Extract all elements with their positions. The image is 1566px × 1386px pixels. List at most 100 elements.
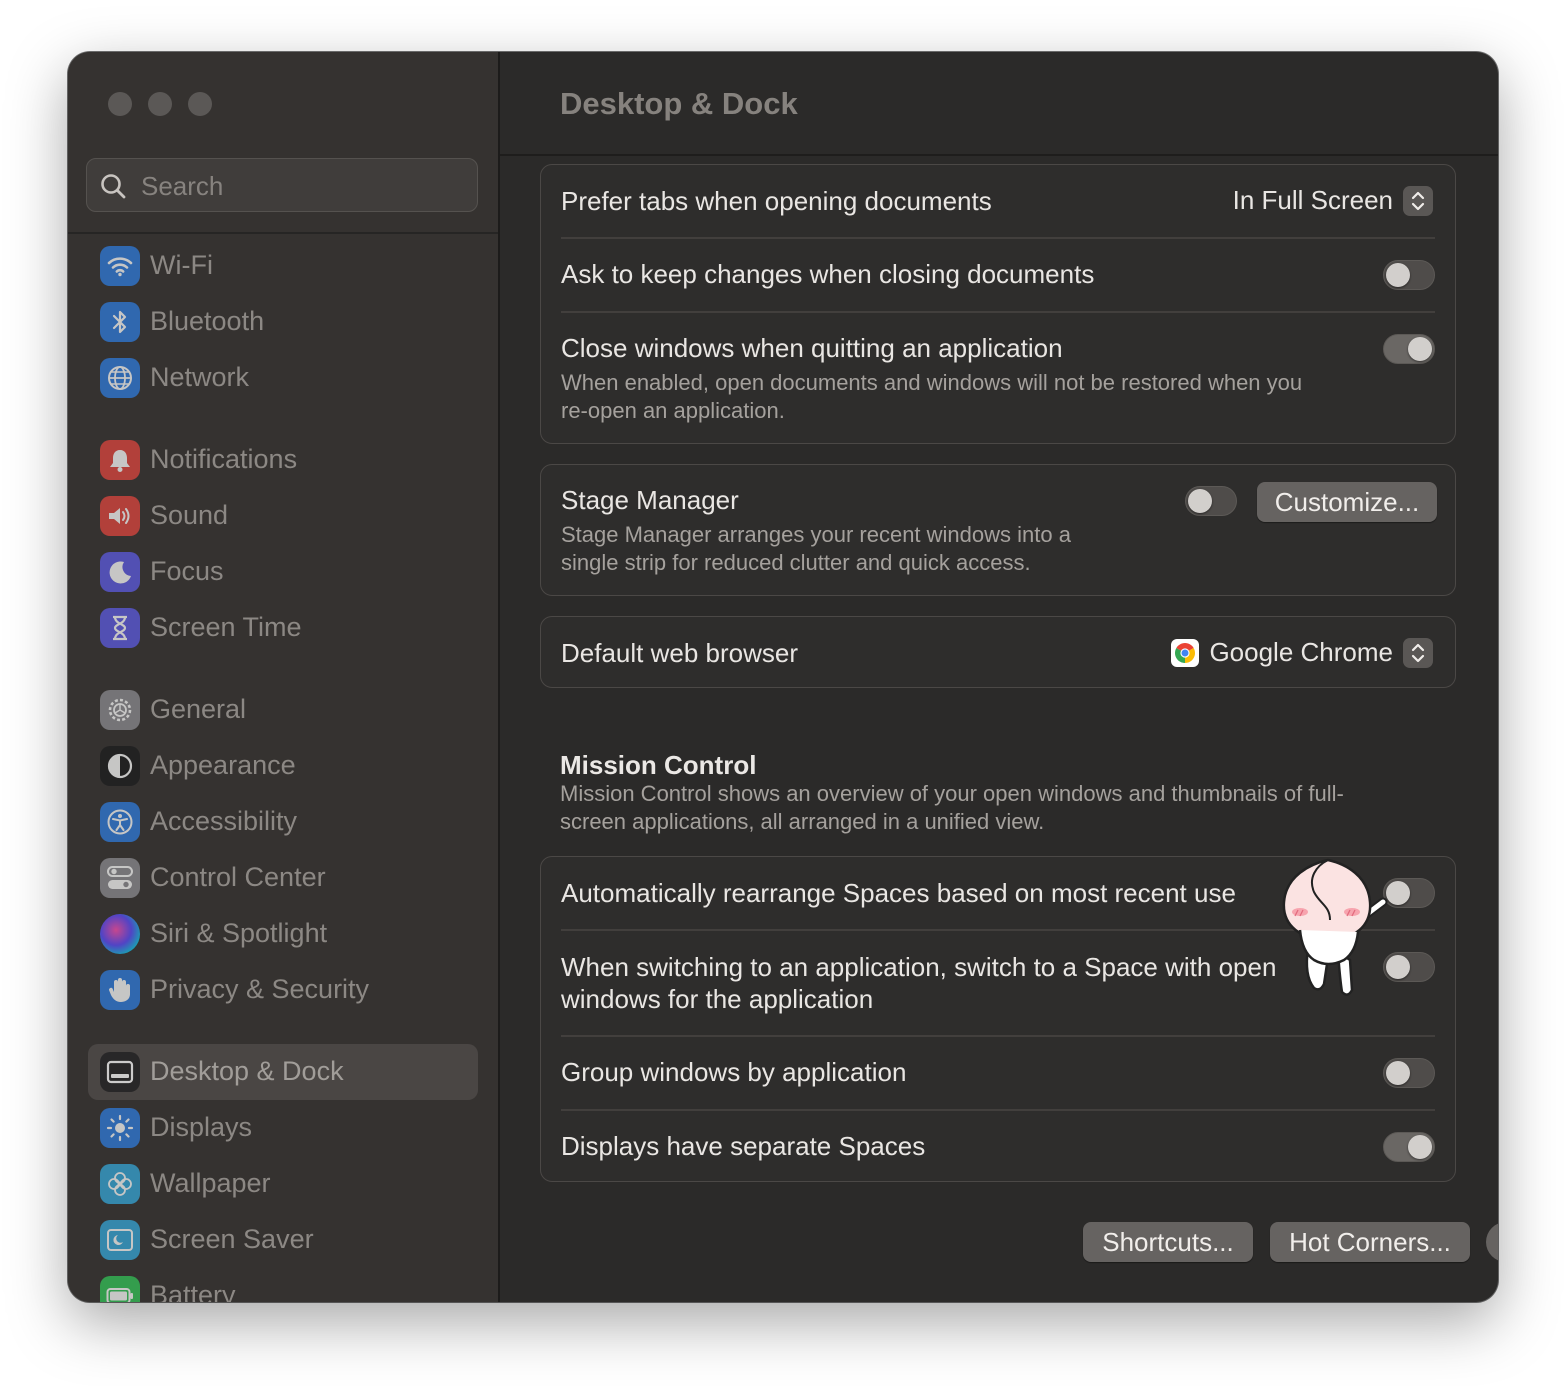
default-browser-label: Default web browser [561, 638, 798, 668]
default-browser-value: Google Chrome [1209, 637, 1393, 667]
switch-space-toggle[interactable] [1383, 952, 1435, 982]
toggle-knob [1408, 337, 1432, 361]
mission-control-description: Mission Control shows an overview of you… [560, 780, 1420, 836]
mission-control-heading: Mission Control [560, 750, 757, 780]
switch-space-label: When switching to an application, switch… [561, 951, 1276, 1015]
prefer-tabs-value: In Full Screen [1232, 185, 1393, 215]
sidebar-item-screen-saver[interactable]: Screen Saver [88, 1212, 478, 1268]
sidebar-divider [68, 232, 498, 234]
switch-space-label-line: When switching to an application, switch… [561, 952, 1277, 982]
screensaver-icon [100, 1220, 140, 1260]
sidebar-item-siri-spotlight[interactable]: Siri & Spotlight [88, 906, 478, 962]
stage-manager-toggle[interactable] [1185, 486, 1237, 516]
prefer-tabs-popup[interactable]: In Full Screen [1233, 185, 1433, 216]
ask-keep-changes-label: Ask to keep changes when closing documen… [561, 259, 1095, 289]
close-windows-toggle[interactable] [1383, 334, 1435, 364]
sidebar-item-label: Sound [150, 500, 229, 530]
sidebar-item-label: Screen Time [150, 612, 302, 642]
moon-icon [100, 552, 140, 592]
sidebar-item-label: Appearance [150, 750, 296, 780]
prefer-tabs-label: Prefer tabs when opening documents [561, 186, 992, 216]
main-pane: Desktop & Dock Prefer tabs when opening … [500, 52, 1498, 1302]
help-button[interactable]: ? [1486, 1222, 1498, 1262]
chevron-updown-icon [1403, 185, 1433, 216]
ask-keep-changes-toggle[interactable] [1383, 260, 1435, 290]
bell-icon [100, 440, 140, 480]
default-browser-card: Default web browser Google Chrome [540, 616, 1456, 688]
prefer-tabs-row: Prefer tabs when opening documents In Fu… [541, 165, 1455, 237]
separate-spaces-toggle[interactable] [1383, 1132, 1435, 1162]
flower-icon [100, 1164, 140, 1204]
sidebar-item-appearance[interactable]: Appearance [88, 738, 478, 794]
shortcuts-button[interactable]: Shortcuts... [1083, 1222, 1253, 1262]
peach-sticker-icon [1282, 858, 1388, 996]
sidebar-item-battery[interactable]: Battery [88, 1268, 478, 1302]
siri-icon [100, 914, 140, 954]
search-field[interactable] [86, 158, 478, 213]
sidebar-item-label: Privacy & Security [150, 974, 370, 1004]
sidebar-item-label: Screen Saver [150, 1224, 314, 1254]
sidebar-item-label: Battery [150, 1280, 236, 1302]
sidebar-item-sound[interactable]: Sound [88, 488, 478, 544]
accessibility-icon [100, 802, 140, 842]
sidebar-item-network[interactable]: Network [88, 350, 478, 406]
dock-icon [100, 1052, 140, 1092]
sidebar-item-general[interactable]: General [88, 682, 478, 738]
stage-manager-description: Stage Manager arranges your recent windo… [561, 521, 1071, 577]
bluetooth-icon [100, 302, 140, 342]
sidebar-item-label: General [150, 694, 247, 724]
group-windows-row: Group windows by application [541, 1037, 1455, 1109]
default-browser-popup[interactable]: Google Chrome [1171, 637, 1433, 668]
sidebar-item-label: Bluetooth [150, 306, 265, 336]
hand-icon [100, 970, 140, 1010]
close-window-button[interactable] [108, 92, 132, 116]
close-windows-label: Close windows when quitting an applicati… [561, 333, 1063, 363]
minimize-window-button[interactable] [148, 92, 172, 116]
sidebar-item-label: Network [150, 362, 250, 392]
sidebar-item-label: Wi-Fi [150, 250, 213, 280]
sidebar-item-notifications[interactable]: Notifications [88, 432, 478, 488]
sidebar-item-bluetooth[interactable]: Bluetooth [88, 294, 478, 350]
sidebar-item-control-center[interactable]: Control Center [88, 850, 478, 906]
sun-icon [100, 1108, 140, 1148]
sidebar-item-label: Siri & Spotlight [150, 918, 328, 948]
sidebar-item-label: Accessibility [150, 806, 298, 836]
separate-spaces-label: Displays have separate Spaces [561, 1131, 926, 1161]
mission-control-desc-line: Mission Control shows an overview of you… [560, 781, 1344, 806]
toggle-knob [1386, 263, 1410, 287]
mission-control-desc-line: screen applications, all arranged in a u… [560, 809, 1045, 834]
sidebar-item-wallpaper[interactable]: Wallpaper [88, 1156, 478, 1212]
search-icon [101, 174, 126, 199]
close-windows-desc-line: re-open an application. [561, 398, 785, 423]
toggle-knob [1408, 1135, 1432, 1159]
sidebar-item-screen-time[interactable]: Screen Time [88, 600, 478, 656]
stage-manager-card: Stage Manager Stage Manager arranges you… [540, 464, 1456, 596]
sidebar-item-label: Wallpaper [150, 1168, 271, 1198]
sidebar-item-label: Control Center [150, 862, 326, 892]
toggle-knob [1188, 489, 1212, 513]
group-windows-toggle[interactable] [1383, 1058, 1435, 1088]
sidebar-item-focus[interactable]: Focus [88, 544, 478, 600]
close-windows-row: Close windows when quitting an applicati… [541, 313, 1455, 443]
chevron-updown-icon [1403, 637, 1433, 668]
customize-button[interactable]: Customize... [1257, 482, 1437, 522]
search-input[interactable] [139, 159, 463, 213]
hourglass-icon [100, 608, 140, 648]
close-windows-description: When enabled, open documents and windows… [561, 369, 1302, 425]
sidebar-item-desktop-dock[interactable]: Desktop & Dock [88, 1044, 478, 1100]
appearance-icon [100, 746, 140, 786]
sidebar-item-label: Notifications [150, 444, 298, 474]
auto-rearrange-toggle[interactable] [1383, 878, 1435, 908]
chrome-icon [1171, 638, 1200, 667]
sidebar-item-privacy-security[interactable]: Privacy & Security [88, 962, 478, 1018]
hot-corners-button[interactable]: Hot Corners... [1270, 1222, 1470, 1262]
zoom-window-button[interactable] [188, 92, 212, 116]
sidebar-item-displays[interactable]: Displays [88, 1100, 478, 1156]
stage-manager-desc-line: single strip for reduced clutter and qui… [561, 550, 1031, 575]
gear-icon [100, 690, 140, 730]
group-windows-label: Group windows by application [561, 1057, 907, 1087]
sidebar-item-wifi[interactable]: Wi-Fi [88, 238, 478, 294]
close-windows-desc-line: When enabled, open documents and windows… [561, 370, 1303, 395]
toggle-knob [1386, 1061, 1410, 1085]
sidebar-item-accessibility[interactable]: Accessibility [88, 794, 478, 850]
